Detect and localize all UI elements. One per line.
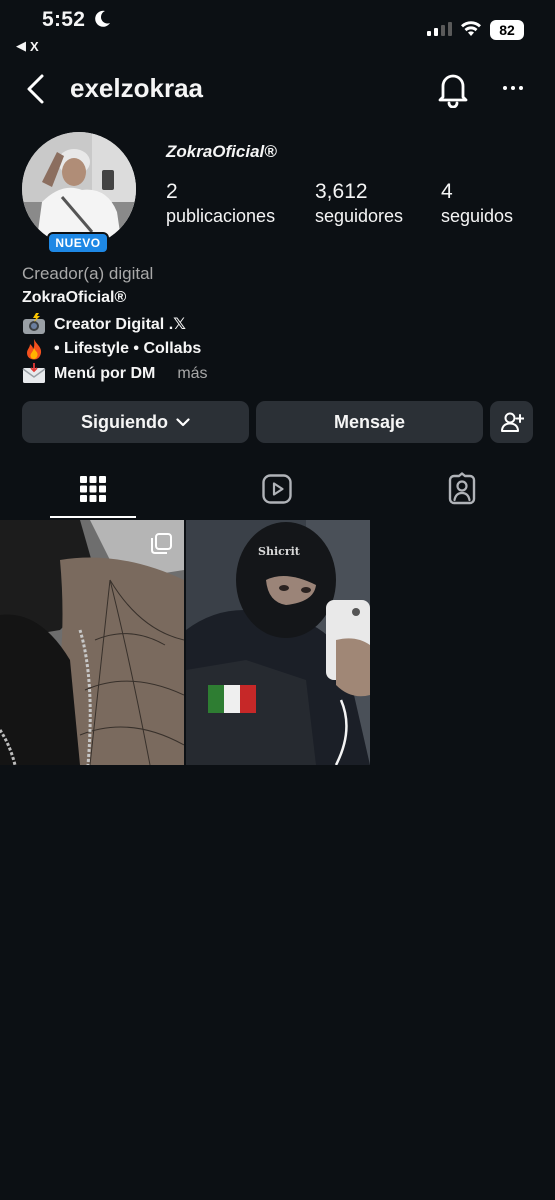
post-tile-1[interactable]: [0, 520, 184, 765]
moon-icon: [95, 10, 110, 27]
stat-following-value: 4: [441, 180, 453, 203]
stat-posts[interactable]: 2 publicaciones: [166, 180, 275, 227]
profile-avatar[interactable]: [22, 132, 136, 246]
notifications-bell-icon[interactable]: [436, 70, 470, 108]
fire-icon: [27, 339, 42, 360]
bio-line-3: Menú por DM más: [22, 363, 208, 385]
envelope-icon: [22, 363, 46, 383]
wifi-icon: [461, 21, 481, 36]
bio-line-1-text: Creator Digital .𝕏: [54, 316, 187, 333]
camera-flash-icon: [23, 313, 45, 334]
battery-indicator: 82: [490, 20, 524, 40]
stat-followers[interactable]: 3,612 seguidores: [315, 180, 403, 227]
bio-line-1: Creator Digital .𝕏: [22, 313, 186, 335]
cellular-signal-icon: [427, 22, 452, 36]
stat-followers-label: seguidores: [315, 206, 404, 226]
display-name: ZokraOficial®: [166, 142, 277, 161]
stat-following-label: seguidos: [441, 206, 514, 226]
chevron-down-icon: [176, 417, 190, 426]
back-arrow-icon[interactable]: [22, 72, 50, 106]
back-triangle-icon: ◀: [16, 38, 26, 53]
status-time: 5:52: [42, 8, 86, 31]
more-options-icon[interactable]: [503, 86, 523, 90]
stat-posts-value: 2: [166, 180, 178, 203]
post-photo-1: [0, 520, 184, 765]
active-tab-indicator: [50, 516, 136, 518]
following-button-label: Siguiendo: [81, 411, 168, 432]
stat-followers-value: 3,612: [315, 180, 368, 203]
new-badge: NUEVO: [47, 232, 109, 254]
suggested-users-button[interactable]: [490, 401, 533, 443]
avatar-photo: [22, 132, 136, 246]
message-button-label: Mensaje: [333, 411, 406, 432]
svg-text:Shicrit: Shicrit: [258, 545, 301, 558]
back-app-label: X: [30, 38, 39, 54]
back-to-app-link[interactable]: ◀ X: [16, 38, 39, 54]
stat-posts-label: publicaciones: [166, 206, 276, 226]
reels-icon[interactable]: [261, 472, 293, 506]
message-button[interactable]: Mensaje: [256, 401, 483, 443]
tagged-icon[interactable]: [446, 472, 478, 506]
stat-following[interactable]: 4 seguidos: [441, 180, 513, 227]
bio-line-2-text: • Lifestyle • Collabs: [54, 340, 202, 357]
bio-more-link[interactable]: más: [177, 365, 207, 383]
profile-username: exelzokraa: [70, 73, 203, 103]
bio-name: ZokraOficial®: [22, 289, 127, 306]
post-photo-2: Shicrit: [186, 520, 370, 765]
bio-line-3-text: Menú por DM: [54, 365, 156, 382]
post-tile-2[interactable]: Shicrit: [186, 520, 370, 765]
bio-line-2: • Lifestyle • Collabs: [22, 338, 201, 360]
grid-icon[interactable]: [77, 472, 109, 506]
profile-category: Creador(a) digital: [22, 264, 154, 283]
add-person-icon: [500, 412, 524, 432]
following-button[interactable]: Siguiendo: [22, 401, 249, 443]
